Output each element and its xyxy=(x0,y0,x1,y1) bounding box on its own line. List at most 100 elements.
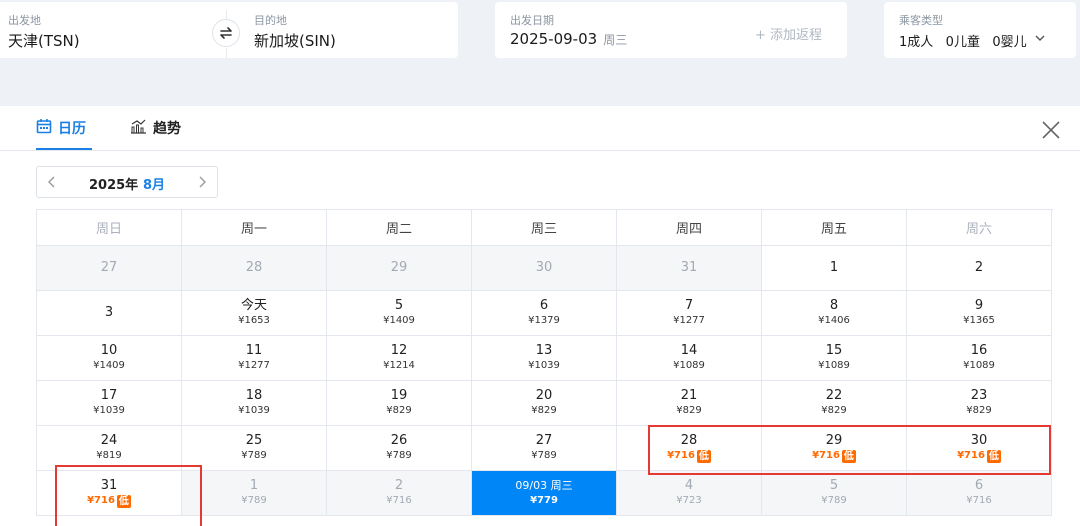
calendar-day-cell[interactable]: 12 ¥1214 xyxy=(327,336,472,381)
day-number: 15 xyxy=(825,343,843,358)
calendar-day-cell[interactable]: 6 ¥1379 xyxy=(472,291,617,336)
close-icon[interactable] xyxy=(1040,119,1062,141)
passenger-label: 乘客类型 xyxy=(899,14,943,27)
calendar-day-cell[interactable]: 25 ¥789 xyxy=(182,426,327,471)
calendar-day-cell[interactable]: 29 xyxy=(327,246,472,291)
weekday-label: 周三 xyxy=(472,210,617,246)
calendar-day-cell[interactable]: 16 ¥1089 xyxy=(907,336,1052,381)
calendar-day-cell[interactable]: 2 ¥716 xyxy=(327,471,472,516)
nav-year: 2025年 xyxy=(89,178,139,193)
calendar-day-cell[interactable]: 26 ¥789 xyxy=(327,426,472,471)
to-field[interactable]: 新加坡(SIN) xyxy=(254,30,336,51)
calendar-day-cell[interactable]: 30 xyxy=(472,246,617,291)
calendar-day-cell[interactable]: 1 ¥789 xyxy=(182,471,327,516)
price-value: ¥819 xyxy=(96,450,122,461)
divider xyxy=(226,48,227,58)
departure-date-field[interactable]: 2025-09-03 周三 xyxy=(510,30,627,48)
from-field[interactable]: 天津(TSN) xyxy=(8,30,80,51)
day-number: 6 xyxy=(974,478,984,493)
day-number: 16 xyxy=(970,343,988,358)
day-number: 28 xyxy=(245,260,263,275)
calendar-day-cell[interactable]: 31 xyxy=(617,246,762,291)
day-price: ¥779 xyxy=(530,494,558,508)
route-box: 出发地 天津(TSN) 目的地 新加坡(SIN) xyxy=(0,2,458,58)
day-number: 2 xyxy=(974,260,984,275)
calendar-day-cell[interactable]: 15 ¥1089 xyxy=(762,336,907,381)
price-value: ¥829 xyxy=(386,405,412,416)
calendar-day-cell[interactable]: 28 ¥716 低 xyxy=(617,426,762,471)
day-price: ¥1039 xyxy=(93,404,125,418)
add-return-button[interactable]: + 添加返程 xyxy=(755,24,822,43)
date-box[interactable]: 出发日期 2025-09-03 周三 + 添加返程 xyxy=(495,2,847,58)
calendar-day-cell[interactable]: 29 ¥716 低 xyxy=(762,426,907,471)
calendar-day-cell[interactable]: 4 ¥723 xyxy=(617,471,762,516)
calendar-day-cell[interactable]: 13 ¥1039 xyxy=(472,336,617,381)
calendar-day-cell[interactable]: 27 xyxy=(37,246,182,291)
passenger-box[interactable]: 乘客类型 1成人 0儿童 0婴儿 xyxy=(884,2,1076,58)
low-price-badge: 低 xyxy=(116,494,131,508)
day-price: ¥789 xyxy=(241,449,266,463)
low-price-badge: 低 xyxy=(696,449,711,463)
day-price: ¥829 xyxy=(676,404,701,418)
calendar-day-cell[interactable]: 7 ¥1277 xyxy=(617,291,762,336)
calendar-day-cell[interactable]: 9 ¥1365 xyxy=(907,291,1052,336)
day-number: 1 xyxy=(249,478,259,493)
tab-calendar[interactable]: 日历 xyxy=(36,118,92,150)
day-number: 18 xyxy=(245,388,263,403)
day-price: ¥829 xyxy=(966,404,991,418)
day-price: ¥789 xyxy=(531,449,556,463)
calendar-day-cell[interactable]: 3 xyxy=(37,291,182,336)
price-value: ¥716 xyxy=(87,495,115,506)
tab-trend[interactable]: 趋势 xyxy=(130,118,181,150)
calendar-day-cell[interactable]: 21 ¥829 xyxy=(617,381,762,426)
calendar-day-cell[interactable]: 17 ¥1039 xyxy=(37,381,182,426)
day-price: ¥723 xyxy=(676,494,701,508)
calendar-day-cell[interactable]: 5 ¥1409 xyxy=(327,291,472,336)
chevron-right-icon[interactable] xyxy=(197,175,207,189)
weekday-header: 周日 周一 周二 周三 周四 周五 周六 xyxy=(36,209,1053,246)
calendar-day-cell[interactable]: 1 xyxy=(762,246,907,291)
calendar-day-cell[interactable]: 18 ¥1039 xyxy=(182,381,327,426)
price-value: ¥1379 xyxy=(528,315,560,326)
nav-month[interactable]: 8月 xyxy=(143,174,165,193)
day-number: 30 xyxy=(970,433,988,448)
day-price: ¥1089 xyxy=(673,359,705,373)
passenger-value: 1成人 0儿童 0婴儿 xyxy=(899,35,1027,50)
calendar-day-cell[interactable]: 11 ¥1277 xyxy=(182,336,327,381)
calendar-day-cell[interactable]: 19 ¥829 xyxy=(327,381,472,426)
calendar-day-cell[interactable]: 6 ¥716 xyxy=(907,471,1052,516)
calendar-day-cell[interactable]: 22 ¥829 xyxy=(762,381,907,426)
day-price: ¥1365 xyxy=(963,314,995,328)
day-price: ¥1039 xyxy=(528,359,560,373)
day-number: 19 xyxy=(390,388,408,403)
day-number: 14 xyxy=(680,343,698,358)
weekday-label: 周五 xyxy=(762,210,907,246)
calendar-day-cell[interactable]: 09/03 周三 ¥779 xyxy=(472,471,617,516)
chevron-down-icon[interactable] xyxy=(1034,31,1046,45)
calendar-day-cell[interactable]: 今天 ¥1653 xyxy=(182,291,327,336)
calendar-day-cell[interactable]: 5 ¥789 xyxy=(762,471,907,516)
calendar-day-cell[interactable]: 2 xyxy=(907,246,1052,291)
day-number: 2 xyxy=(394,478,404,493)
calendar-icon xyxy=(36,119,52,134)
day-number: 9 xyxy=(974,298,984,313)
day-price: ¥1039 xyxy=(238,404,270,418)
price-value: ¥1365 xyxy=(963,315,995,326)
calendar-day-cell[interactable]: 10 ¥1409 xyxy=(37,336,182,381)
calendar-day-cell[interactable]: 31 ¥716 低 xyxy=(37,471,182,516)
chevron-left-icon[interactable] xyxy=(47,175,57,189)
calendar-day-cell[interactable]: 8 ¥1406 xyxy=(762,291,907,336)
calendar-day-cell[interactable]: 24 ¥819 xyxy=(37,426,182,471)
day-number: 今天 xyxy=(240,298,267,313)
price-value: ¥789 xyxy=(241,450,267,461)
swap-button[interactable] xyxy=(212,19,240,47)
calendar-day-cell[interactable]: 20 ¥829 xyxy=(472,381,617,426)
calendar-day-cell[interactable]: 28 xyxy=(182,246,327,291)
day-number: 8 xyxy=(829,298,839,313)
calendar-day-cell[interactable]: 30 ¥716 低 xyxy=(907,426,1052,471)
calendar-day-cell[interactable]: 23 ¥829 xyxy=(907,381,1052,426)
calendar-day-cell[interactable]: 14 ¥1089 xyxy=(617,336,762,381)
calendar-day-cell[interactable]: 27 ¥789 xyxy=(472,426,617,471)
day-number: 27 xyxy=(100,260,118,275)
price-value: ¥789 xyxy=(241,495,267,506)
